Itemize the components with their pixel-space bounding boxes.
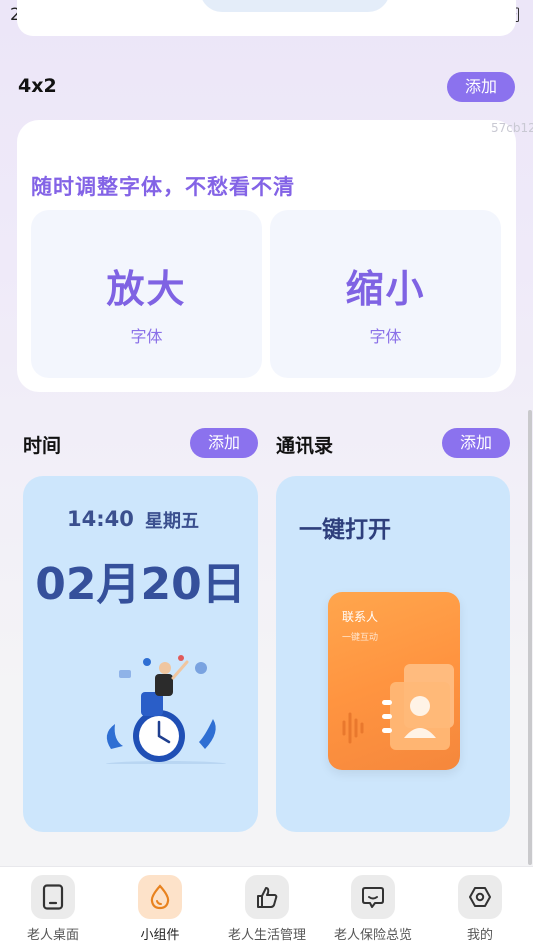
add-4x2-button[interactable]: 添加: [447, 72, 515, 102]
time-widget-card[interactable]: 14:40 星期五 02月20日: [23, 476, 258, 832]
zoom-in-label: 放大: [106, 267, 187, 311]
thumbs-up-icon: [245, 875, 289, 919]
nav-item-elder-insurance[interactable]: 老人保险总览: [323, 875, 423, 943]
contact-card-title: 联系人: [342, 610, 379, 624]
contact-card-subtitle: 一键互动: [342, 633, 379, 643]
tablet-icon: [31, 875, 75, 919]
nav-label: 老人生活管理: [227, 928, 306, 943]
add-time-button[interactable]: 添加: [190, 428, 258, 458]
watermark-code: 57cb12: [491, 121, 533, 135]
contact-person-icon: [342, 664, 454, 750]
drop-icon: [138, 875, 182, 919]
zoom-out-font-tile[interactable]: 缩小 字体: [270, 210, 501, 378]
nav-label: 老人桌面: [26, 928, 79, 943]
nav-label: 老人保险总览: [333, 928, 412, 943]
contacts-headline: 一键打开: [299, 517, 391, 543]
font-card-headline: 随时调整字体，不愁看不清: [31, 175, 295, 199]
zoom-out-sublabel: 字体: [369, 327, 402, 346]
nav-item-mine[interactable]: 我的: [430, 875, 530, 943]
contact-card-illustration: 联系人 一键互动: [328, 592, 460, 770]
cloud-decoration: [200, 0, 390, 12]
section-title-4x2: 4x2: [18, 75, 57, 97]
nav-item-widgets[interactable]: 小组件: [110, 875, 210, 943]
nav-label: 我的: [466, 928, 493, 943]
clock-time: 14:40: [67, 507, 134, 531]
section-title-time: 时间: [23, 435, 62, 457]
hexagon-icon: [458, 875, 502, 919]
section-title-contacts: 通讯录: [276, 435, 334, 457]
nav-label: 小组件: [140, 928, 180, 943]
nav-item-elder-desktop[interactable]: 老人桌面: [3, 875, 103, 943]
zoom-out-label: 缩小: [345, 267, 426, 311]
clock-weekday: 星期五: [145, 511, 199, 532]
scrollbar[interactable]: [528, 410, 532, 865]
font-size-widget-card[interactable]: 随时调整字体，不愁看不清 放大 字体 缩小 字体: [17, 120, 516, 392]
person-with-clock-illustration: [106, 655, 226, 764]
zoom-in-font-tile[interactable]: 放大 字体: [31, 210, 262, 378]
add-contacts-button[interactable]: 添加: [442, 428, 510, 458]
chat-icon: [351, 875, 395, 919]
zoom-in-sublabel: 字体: [130, 327, 163, 346]
nav-item-elder-life[interactable]: 老人生活管理: [217, 875, 317, 943]
bottom-navigation: 老人桌面 小组件 老人生活管理 老人保险总览 我的: [0, 866, 533, 948]
clock-date: 02月20日: [35, 559, 246, 610]
contacts-widget-card[interactable]: 一键打开 联系人 一键互动: [276, 476, 510, 832]
